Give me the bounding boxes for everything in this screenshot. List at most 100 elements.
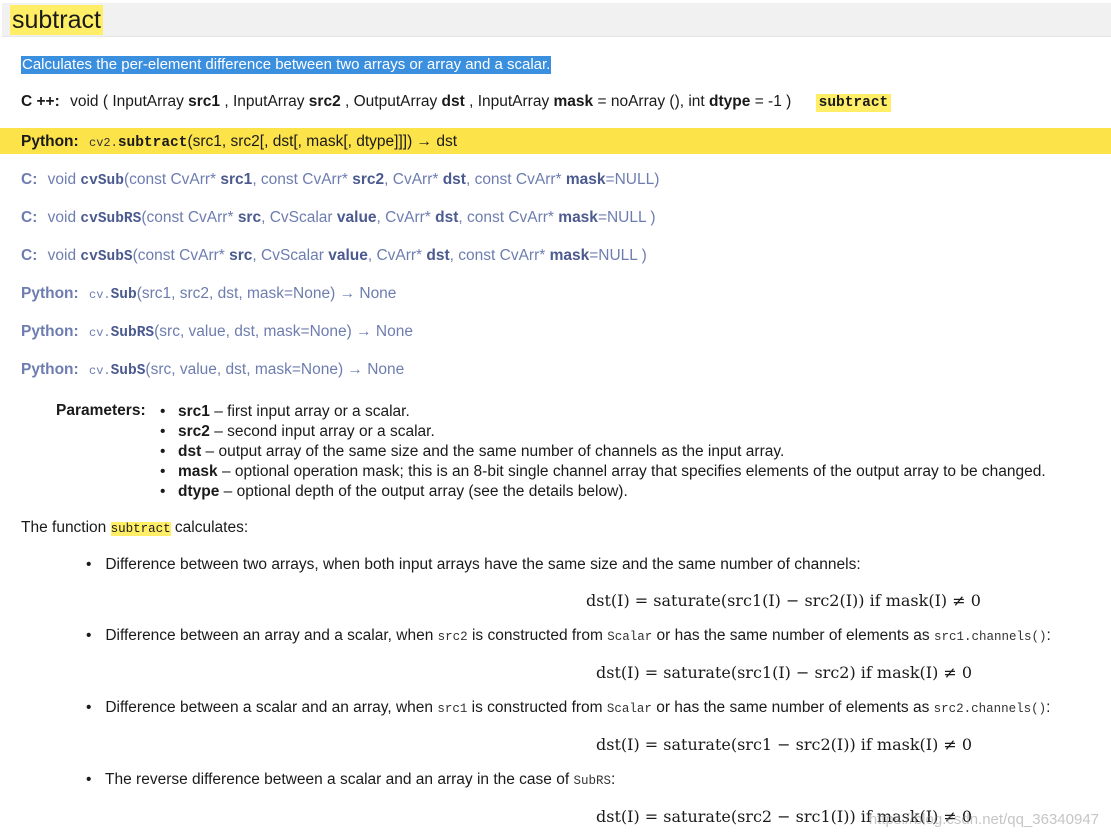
c-arg-default: =NULL) xyxy=(605,171,660,188)
inline-code: src2 xyxy=(437,630,468,644)
python-function-name: subtract xyxy=(117,135,188,151)
case-text: Difference between an array and a scalar… xyxy=(105,627,438,644)
cpp-param-type: , InputArray xyxy=(469,93,550,110)
cpp-param-type: , OutputArray xyxy=(345,93,438,110)
python-label: Python: xyxy=(21,323,79,340)
inline-code-highlight: subtract xyxy=(110,522,171,536)
c-arg-default: =NULL ) xyxy=(589,247,647,264)
search-highlight: subtract xyxy=(815,94,892,112)
watermark: https://blog.csdn.net/qq_36340947 xyxy=(868,811,1099,828)
case-text: : xyxy=(1046,699,1051,716)
cpp-param-name: dst xyxy=(441,93,465,110)
python-args: (src1, src2[, dst[, mask[, dtype]]]) → d… xyxy=(187,133,458,150)
intro-text: calculates: xyxy=(170,519,249,536)
case-text: Difference between a scalar and an array… xyxy=(105,699,438,716)
python-old-signature: Python: cv.Sub(src1, src2, dst, mask=Non… xyxy=(21,284,396,305)
c-arg-name: dst xyxy=(435,209,459,226)
formula: dst(I) = saturate(src1(I) − src2(I)) if … xyxy=(586,591,981,610)
parameter-item: dtype – optional depth of the output arr… xyxy=(160,482,1046,502)
python-label: Python: xyxy=(21,361,79,378)
page-title: subtract xyxy=(10,5,103,35)
c-label: C: xyxy=(21,247,38,264)
c-arg-type: , const CvArr* xyxy=(449,247,550,264)
python-function-name: SubS xyxy=(110,363,146,379)
case-text: The reverse difference between a scalar … xyxy=(105,771,574,788)
parameter-item: mask – optional operation mask; this is … xyxy=(160,462,1046,482)
parameter-item: src1 – first input array or a scalar. xyxy=(160,402,1046,422)
c-signature: C: void cvSub(const CvArr* src1, const C… xyxy=(21,170,659,191)
c-return-type: void xyxy=(47,209,77,226)
cpp-param-name: dtype xyxy=(709,93,751,110)
c-function-name: cvSubS xyxy=(80,249,133,265)
python-module-prefix: cv2. xyxy=(89,136,118,150)
case-text: : xyxy=(610,771,616,788)
inline-code: Scalar xyxy=(607,630,653,644)
c-arg-type: , CvArr* xyxy=(367,247,427,264)
c-arg-type: (const CvArr* xyxy=(132,247,230,264)
c-return-type: void xyxy=(47,247,77,264)
c-signature: C: void cvSubS(const CvArr* src, CvScala… xyxy=(21,246,647,267)
case-text: Difference between two arrays, when both… xyxy=(105,556,861,573)
c-arg-name: src xyxy=(237,209,262,226)
parameter-name: mask xyxy=(178,463,218,480)
cpp-param-default: = noArray (), int xyxy=(597,93,705,110)
c-arg-name: dst xyxy=(426,247,450,264)
c-arg-name: src2 xyxy=(352,171,385,188)
formula: dst(I) = saturate(src1 − src2(I)) if mas… xyxy=(596,735,973,754)
cpp-param-default: = -1 ) xyxy=(754,93,792,110)
parameter-name: src2 xyxy=(178,423,210,440)
case-text: is constructed from xyxy=(467,627,608,644)
case-item: Difference between an array and a scalar… xyxy=(86,627,1050,645)
cpp-param-type: InputArray xyxy=(112,93,184,110)
formula: dst(I) = saturate(src1(I) − src2) if mas… xyxy=(596,663,973,682)
c-signature: C: void cvSubRS(const CvArr* src, CvScal… xyxy=(21,208,656,229)
c-arg-type: (const CvArr* xyxy=(123,171,221,188)
intro-text: The function xyxy=(21,519,111,536)
function-description: Calculates the per-element difference be… xyxy=(21,56,552,74)
python-label: Python: xyxy=(21,133,79,150)
function-intro: The function subtract calculates: xyxy=(21,519,248,537)
parameter-name: dst xyxy=(178,443,202,460)
case-item: Difference between a scalar and an array… xyxy=(86,699,1050,717)
python-signature: Python: cv2.subtract(src1, src2[, dst[, … xyxy=(21,132,457,153)
cpp-label: C ++: xyxy=(21,93,60,110)
case-item: The reverse difference between a scalar … xyxy=(86,771,615,789)
case-item: Difference between two arrays, when both… xyxy=(86,556,861,574)
python-args: (src, value, dst, mask=None) → None xyxy=(145,361,405,378)
c-arg-type: , CvArr* xyxy=(384,171,443,188)
c-function-name: cvSubRS xyxy=(80,211,142,227)
python-module-prefix: cv. xyxy=(89,364,111,378)
parameter-desc: – output array of the same size and the … xyxy=(201,443,785,460)
python-args: (src1, src2, dst, mask=None) → None xyxy=(136,285,397,302)
c-arg-name: src xyxy=(229,247,253,264)
c-return-type: void xyxy=(47,171,77,188)
parameters-label: Parameters: xyxy=(56,402,146,419)
inline-code: src1 xyxy=(437,702,468,716)
python-old-signature: Python: cv.SubRS(src, value, dst, mask=N… xyxy=(21,322,413,343)
inline-code: src1.channels() xyxy=(933,630,1047,644)
parameter-item: dst – output array of the same size and … xyxy=(160,442,1046,462)
parameter-name: dtype xyxy=(178,483,220,500)
inline-code: src2.channels() xyxy=(933,702,1047,716)
c-arg-name: mask xyxy=(558,209,598,226)
parameter-desc: – second input array or a scalar. xyxy=(209,423,435,440)
parameter-item: src2 – second input array or a scalar. xyxy=(160,422,1046,442)
section-header-bar xyxy=(2,3,1111,37)
inline-code: Scalar xyxy=(606,702,652,716)
parameters-list: src1 – first input array or a scalar. sr… xyxy=(160,402,1046,502)
c-arg-name: mask xyxy=(565,171,606,188)
parameter-desc: – first input array or a scalar. xyxy=(209,403,410,420)
c-arg-type: , const CvArr* xyxy=(458,209,559,226)
c-arg-type: , CvScalar xyxy=(261,209,337,226)
c-arg-name: dst xyxy=(442,171,466,188)
c-arg-type: (const CvArr* xyxy=(141,209,238,226)
python-module-prefix: cv. xyxy=(89,326,111,340)
python-old-signature: Python: cv.SubS(src, value, dst, mask=No… xyxy=(21,360,404,381)
cpp-param-name: src2 xyxy=(308,93,341,110)
python-args: (src, value, dst, mask=None) → None xyxy=(154,323,413,340)
cpp-param-type: , InputArray xyxy=(224,93,305,110)
case-text: is constructed from xyxy=(467,699,607,716)
cpp-param-name: mask xyxy=(553,93,594,110)
cpp-param-name: src1 xyxy=(188,93,221,110)
c-arg-name: value xyxy=(336,209,377,226)
